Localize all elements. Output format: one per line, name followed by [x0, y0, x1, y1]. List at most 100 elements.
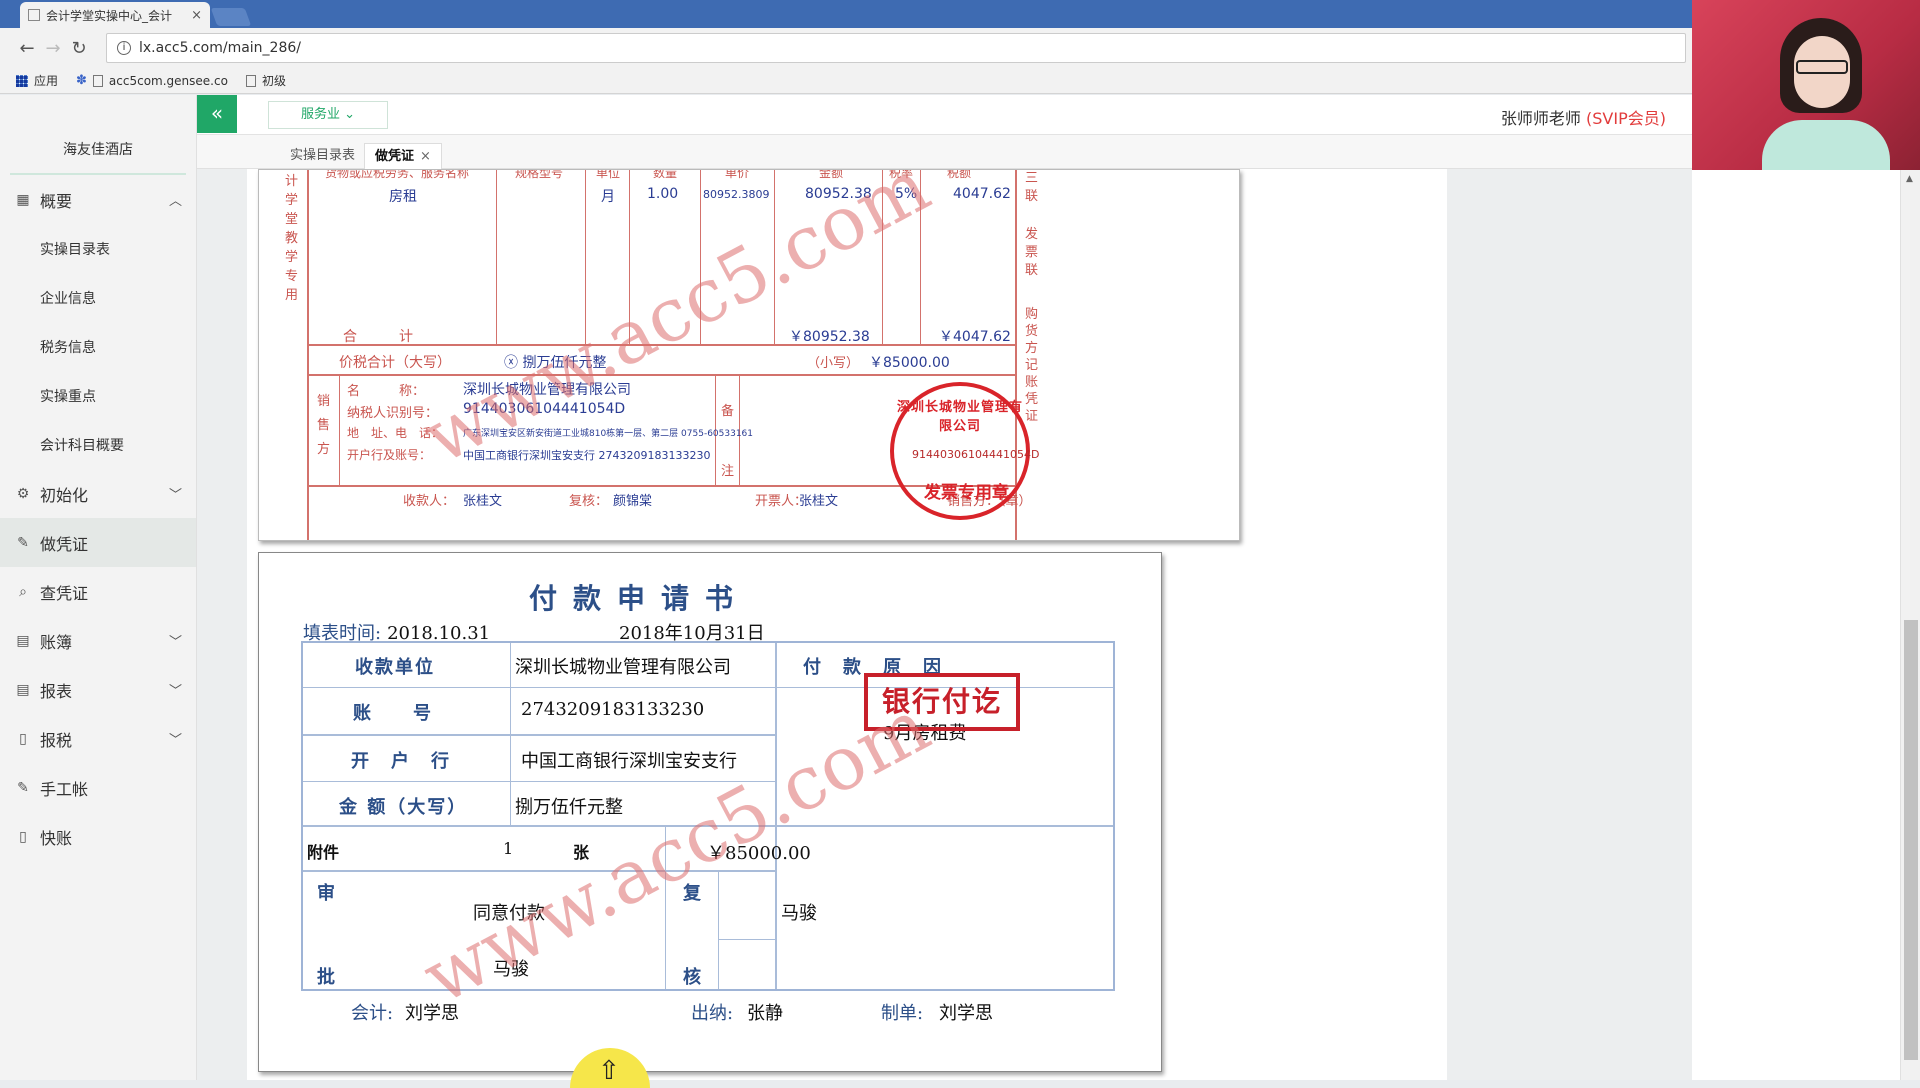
account-label: 账 号	[353, 703, 433, 724]
scroll-up-icon[interactable]: ▲	[1906, 174, 1913, 184]
sidebar-item-label: 初始化	[40, 485, 89, 505]
bookmark-chuji[interactable]: 初级	[245, 72, 286, 89]
invoice-drawer: 张桂文	[799, 494, 839, 509]
sidebar-subitem[interactable]: 税务信息	[0, 322, 196, 371]
url-input[interactable]: i lx.acc5.com/main_286/	[106, 33, 1686, 63]
reload-icon[interactable]: ↻	[66, 38, 92, 59]
sidebar: 海友佳酒店 ▦ 概要 ︿ 实操目录表 企业信息 税务信息 实操重点 会计科目概要 ⚙ 初始化 ﹀ ✎ 做…	[0, 95, 197, 1080]
browser-tab[interactable]: 会计学堂实操中心_会计 ×	[20, 2, 210, 28]
close-tab-icon[interactable]: ×	[191, 8, 202, 23]
payment-request-form: 付款申请书 填表时间: 2018.10.31 2018年10月31日 收款单位 深…	[258, 552, 1162, 1072]
bookmark-gensee[interactable]: ✽ acc5com.gensee.co	[76, 73, 228, 88]
approve-top-label: 审	[317, 883, 337, 904]
bookmark-label: 应用	[34, 74, 59, 88]
cashier-label: 出纳:	[691, 1003, 734, 1024]
sidebar-item[interactable]: ✎ 做凭证	[0, 518, 196, 567]
search-icon: ⌕	[19, 583, 27, 600]
invoice-total-label: 合 计	[343, 329, 413, 345]
invoice-seller-name-label: 名 称：	[347, 384, 426, 399]
invoice-item-amount: 80952.38	[805, 186, 872, 202]
webcam-presenter	[1762, 10, 1890, 170]
file-icon: ▯	[19, 828, 27, 845]
url-text: lx.acc5.com/main_286/	[139, 40, 301, 56]
review-top-label: 复	[683, 883, 703, 904]
browser-tabbar: 会计学堂实操中心_会计 ×	[0, 0, 1692, 28]
amount-upper-value: 捌万伍仟元整	[515, 797, 623, 818]
page-icon	[92, 74, 103, 87]
sidebar-item[interactable]: ▯ 报税 ﹀	[0, 714, 196, 763]
invoice-payee: 张桂文	[463, 494, 503, 509]
invoice-right-vertical-2: 发票联	[1025, 227, 1039, 278]
sidebar-subitem[interactable]: 会计科目概要	[0, 420, 196, 469]
invoice-col-name: 货物或应税劳务、服务名称	[325, 169, 470, 180]
invoice-seller-bank: 中国工商银行深圳宝安支行 2743209183133230	[463, 449, 711, 462]
right-blank-area	[1692, 170, 1900, 1080]
invoice-reviewer-label: 复核：	[569, 494, 609, 509]
bank-value: 中国工商银行深圳宝安支行	[521, 751, 737, 772]
chevron-down-icon[interactable]: ﹀	[169, 729, 182, 748]
sidebar-subitem[interactable]: 企业信息	[0, 273, 196, 322]
payee-label: 收款单位	[355, 657, 435, 678]
invoice-col-price: 单价	[725, 169, 750, 180]
sidebar-item[interactable]: ▤ 报表 ﹀	[0, 665, 196, 714]
collapse-sidebar-button[interactable]: «	[197, 95, 237, 133]
back-arrow-icon[interactable]: ←	[14, 38, 40, 59]
attach-unit: 张	[573, 843, 590, 862]
amount-small-value: ￥85000.00	[707, 843, 811, 864]
user-name[interactable]: 张师师老师 (SVIP会员)	[1501, 105, 1666, 129]
invoice-seller-bank-label: 开户行及账号：	[347, 448, 432, 462]
invoice-col-amount: 金额	[819, 169, 844, 180]
info-icon[interactable]: i	[117, 41, 131, 55]
industry-dropdown[interactable]: 服务业 ⌄	[268, 101, 388, 129]
invoice-seller-addr-label: 地 址、电 话：	[347, 426, 444, 440]
tab-catalog[interactable]: 实操目录表	[280, 143, 365, 169]
chevron-down-icon: ⌄	[344, 107, 356, 122]
invoice-col-rate: 税率	[889, 169, 914, 180]
approve-bottom-label: 批	[317, 967, 337, 988]
invoice-sum-label: 价税合计（大写）	[339, 355, 451, 371]
bookmarks-bar: 应用 ✽ acc5com.gensee.co 初级	[0, 68, 1692, 94]
scrollbar-thumb[interactable]	[1904, 620, 1918, 1060]
up-arrow-icon: ⇧	[598, 1056, 620, 1086]
close-tab-icon[interactable]: ×	[420, 149, 431, 164]
sidebar-item[interactable]: ▦ 概要 ︿	[0, 175, 196, 224]
approve-person: 马骏	[493, 959, 529, 980]
webcam-overlay	[1692, 0, 1920, 170]
webcam-background-sign	[1692, 30, 1752, 100]
invoice-col-qty: 数量	[653, 169, 678, 180]
sidebar-subitem[interactable]: 实操重点	[0, 371, 196, 420]
pen-icon: ✎	[17, 534, 29, 551]
sidebar-item[interactable]: ▯ 快账	[0, 812, 196, 861]
maker-label: 制单:	[881, 1003, 924, 1024]
page-tabstrip: 实操目录表 做凭证 ×	[197, 135, 1692, 169]
chevron-down-icon[interactable]: ﹀	[169, 680, 182, 699]
sidebar-item[interactable]: ⚙ 初始化 ﹀	[0, 469, 196, 518]
sidebar-subitem-label: 会计科目概要	[40, 437, 124, 454]
chevron-down-icon[interactable]: ﹀	[169, 484, 182, 503]
industry-label: 服务业	[300, 107, 340, 122]
vertical-scrollbar[interactable]: ▲	[1900, 170, 1920, 1080]
invoice-seller-taxid-label: 纳税人识别号：	[347, 406, 439, 421]
invoice-seller-name: 深圳长城物业管理有限公司	[463, 382, 631, 398]
invoice-right-vertical-1: 三联	[1025, 171, 1039, 204]
invoice-seller-label: 销售方	[317, 394, 331, 457]
chevron-up-icon[interactable]: ︿	[169, 190, 182, 209]
seal-bottom-text: 发票专用章	[924, 483, 1009, 503]
sidebar-item[interactable]: ⌕ 查凭证	[0, 567, 196, 616]
sidebar-item[interactable]: ▤ 账簿 ﹀	[0, 616, 196, 665]
chevron-down-icon[interactable]: ﹀	[169, 631, 182, 650]
invoice-total-tax: ￥4047.62	[939, 329, 1011, 345]
invoice-item-price: 80952.3809	[703, 188, 770, 201]
new-tab-button[interactable]	[210, 8, 252, 26]
tab-voucher[interactable]: 做凭证 ×	[364, 143, 442, 169]
book-icon: ▤	[16, 632, 30, 649]
bookmark-apps[interactable]: 应用	[16, 72, 58, 89]
invoice-item-unit: 月	[601, 189, 615, 205]
sidebar-subitem[interactable]: 实操目录表	[0, 224, 196, 273]
sidebar-item[interactable]: ✎ 手工帐	[0, 763, 196, 812]
maker-value: 刘学思	[939, 1003, 993, 1024]
paw-icon: ✽	[76, 73, 87, 88]
approve-text: 同意付款	[473, 903, 545, 924]
forward-arrow-icon[interactable]: →	[40, 38, 66, 59]
user-name-text: 张师师老师	[1500, 109, 1581, 128]
